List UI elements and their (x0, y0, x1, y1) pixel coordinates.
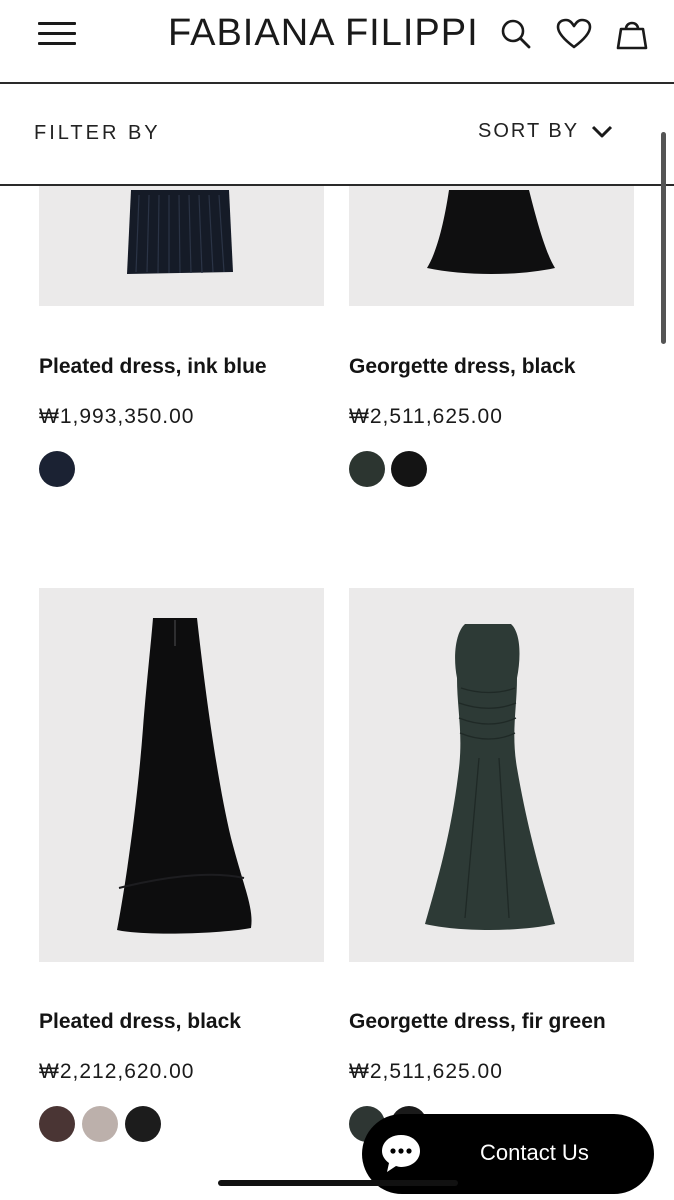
color-swatch[interactable] (349, 451, 385, 487)
color-swatch[interactable] (39, 451, 75, 487)
product-image[interactable] (39, 588, 324, 962)
bag-icon[interactable] (612, 14, 652, 54)
contact-us-label: Contact Us (480, 1140, 589, 1165)
product-price: ₩2,212,620.00 (39, 1060, 195, 1083)
product-image[interactable] (349, 588, 634, 962)
product-name[interactable]: Georgette dress, black (349, 355, 575, 379)
menu-icon[interactable] (38, 20, 78, 48)
color-swatch[interactable] (39, 1106, 75, 1142)
sort-by-label: SORT BY (478, 120, 580, 142)
product-name[interactable]: Pleated dress, ink blue (39, 355, 267, 379)
color-swatch[interactable] (82, 1106, 118, 1142)
home-indicator[interactable] (218, 1180, 458, 1186)
chevron-down-icon (592, 125, 613, 137)
product-price: ₩2,511,625.00 (349, 1060, 503, 1083)
product-price: ₩1,993,350.00 (39, 405, 195, 428)
chat-bubble-icon (382, 1135, 420, 1172)
site-header: FABIANA FILIPPI (0, 0, 674, 84)
color-swatch[interactable] (391, 451, 427, 487)
heart-icon[interactable] (554, 14, 594, 54)
sort-by-button[interactable]: SORT BY (478, 120, 613, 143)
product-name[interactable]: Pleated dress, black (39, 1010, 241, 1034)
color-swatch[interactable] (125, 1106, 161, 1142)
brand-logo[interactable]: FABIANA FILIPPI (168, 12, 479, 55)
product-price: ₩2,511,625.00 (349, 405, 503, 428)
product-name[interactable]: Georgette dress, fir green (349, 1010, 606, 1034)
scrollbar[interactable] (661, 132, 666, 344)
filter-sort-bar: FILTER BY SORT BY (0, 84, 674, 186)
search-icon[interactable] (496, 14, 536, 54)
filter-by-button[interactable]: FILTER BY (34, 122, 161, 145)
